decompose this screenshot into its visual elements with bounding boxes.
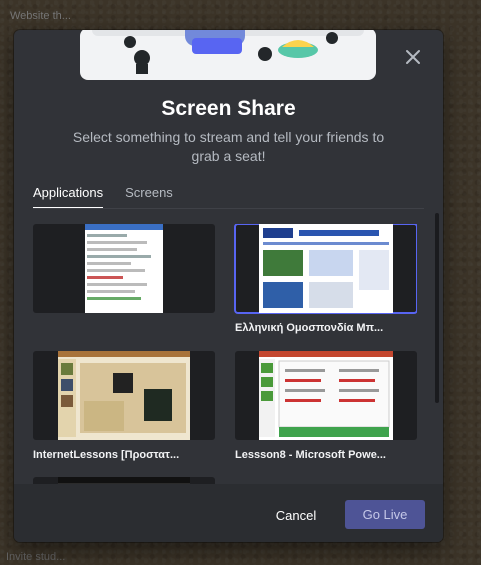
tab-divider [33, 208, 424, 209]
source-grid: Ελληνική Ομοσπονδία Μπ... InternetLesson… [33, 224, 417, 484]
source-thumbnail [234, 224, 417, 314]
source-thumbnail [33, 224, 215, 313]
tab-screens[interactable]: Screens [125, 185, 173, 209]
source-tile[interactable]: Lessson8 - Microsoft Powe... [235, 351, 417, 461]
source-label: InternetLessons [Προστατ... [33, 449, 180, 461]
close-icon[interactable] [403, 47, 423, 67]
source-scrollbar[interactable] [435, 213, 439, 403]
source-tile[interactable] [33, 224, 215, 322]
tab-applications[interactable]: Applications [33, 185, 104, 209]
source-tabs: Applications Screens [33, 185, 173, 209]
screen-share-modal: Screen Share Select something to stream … [14, 30, 443, 542]
window-preview [58, 351, 190, 440]
cancel-button[interactable]: Cancel [267, 504, 325, 526]
source-thumbnail [33, 351, 215, 440]
window-preview [85, 224, 163, 313]
source-label: Lessson8 - Microsoft Powe... [235, 449, 386, 461]
source-label: Ελληνική Ομοσπονδία Μπ... [235, 322, 384, 334]
window-preview [259, 351, 393, 440]
source-thumbnail [33, 477, 215, 484]
modal-subtitle: Select something to stream and tell your… [72, 129, 385, 164]
source-tile[interactable] [33, 477, 215, 484]
source-tile[interactable]: Ελληνική Ομοσπονδία Μπ... [234, 224, 417, 334]
background-text: Invite stud... [6, 551, 66, 563]
window-preview [259, 224, 393, 313]
discord-mascot-couch-icon [80, 30, 376, 80]
window-preview [58, 477, 190, 484]
background-text: Website th... [10, 10, 71, 22]
modal-title: Screen Share [161, 97, 296, 120]
source-tile[interactable]: InternetLessons [Προστατ... [33, 351, 215, 461]
source-thumbnail [235, 351, 417, 440]
go-live-button[interactable]: Go Live [345, 500, 425, 529]
